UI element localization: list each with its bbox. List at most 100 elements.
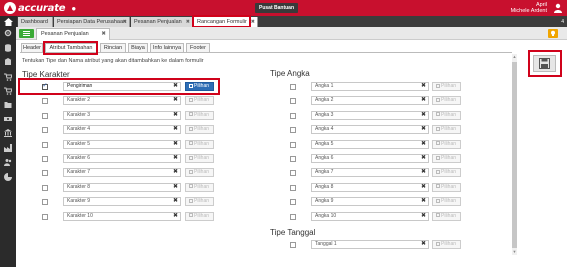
warning-button[interactable] [548, 29, 558, 38]
row-checkbox[interactable] [290, 184, 296, 191]
users-icon[interactable] [4, 158, 12, 166]
row-checkbox[interactable] [290, 84, 296, 90]
pilihan-button[interactable]: Pilihan [432, 96, 461, 106]
row-checkbox[interactable] [290, 199, 296, 206]
clear-icon[interactable]: ✖ [421, 141, 426, 148]
clear-icon[interactable]: ✖ [173, 141, 178, 148]
row-checkbox[interactable] [290, 156, 296, 162]
attribute-name-input[interactable]: Karakter 10 ✖ [63, 211, 181, 221]
tab-pesanan-penjualan[interactable]: Pesanan Penjualan ✖ [131, 17, 193, 27]
pilihan-button[interactable]: Pilihan [432, 240, 461, 249]
close-icon[interactable]: ✖ [186, 17, 190, 27]
pilihan-button[interactable]: Pilihan [432, 197, 461, 207]
row-checkbox[interactable] [290, 170, 296, 177]
pilihan-button[interactable]: Pilihan [185, 197, 214, 207]
attribute-name-input[interactable]: Karakter 5 ✖ [63, 139, 181, 149]
clear-icon[interactable]: ✖ [421, 97, 426, 104]
row-checkbox[interactable] [290, 98, 296, 105]
attribute-name-input[interactable]: Karakter 3 ✖ [63, 110, 181, 120]
hamburger-menu-button[interactable] [19, 29, 34, 38]
factory-icon[interactable] [4, 144, 12, 152]
bank-icon[interactable] [4, 129, 12, 137]
clear-icon[interactable]: ✖ [421, 198, 426, 205]
accurate-logo[interactable]: accurate ● [4, 1, 76, 15]
attribute-name-input[interactable]: Angka 1 ✖ [311, 82, 429, 91]
folder-icon[interactable] [4, 101, 12, 109]
row-checkbox[interactable] [42, 127, 48, 134]
cart-checkout-icon[interactable] [4, 87, 12, 95]
clear-icon[interactable]: ✖ [421, 169, 426, 176]
attribute-name-input[interactable]: Karakter 6 ✖ [63, 154, 181, 163]
box-icon[interactable] [4, 58, 12, 66]
clear-icon[interactable]: ✖ [421, 213, 426, 220]
row-checkbox[interactable] [42, 170, 48, 177]
attribute-name-input[interactable]: Angka 9 ✖ [311, 197, 429, 207]
attribute-name-input[interactable]: Angka 5 ✖ [311, 139, 429, 149]
pilihan-button[interactable]: Pilihan [185, 154, 214, 163]
tab-count[interactable]: 4 [561, 17, 564, 27]
pilihan-button[interactable]: Pilihan [185, 211, 214, 221]
scrollbar-thumb[interactable] [512, 62, 517, 248]
attribute-name-input[interactable]: Angka 2 ✖ [311, 96, 429, 106]
clear-icon[interactable]: ✖ [173, 126, 178, 133]
attribute-name-input[interactable]: Angka 7 ✖ [311, 168, 429, 178]
clear-icon[interactable]: ✖ [421, 126, 426, 133]
row-checkbox[interactable] [290, 112, 296, 119]
scroll-up-arrow-icon[interactable]: ▲ [512, 54, 517, 60]
user-info[interactable]: April Michele Ardent [511, 2, 547, 14]
clear-icon[interactable]: ✖ [173, 169, 178, 176]
row-checkbox[interactable] [42, 112, 48, 119]
pilihan-button[interactable]: Pilihan [185, 110, 214, 120]
clear-icon[interactable]: ✖ [421, 155, 426, 162]
clear-icon[interactable]: ✖ [173, 184, 178, 191]
clear-icon[interactable]: ✖ [173, 97, 178, 104]
pilihan-button[interactable]: Pilihan [432, 154, 461, 163]
row-checkbox[interactable] [290, 242, 296, 248]
pie-chart-icon[interactable] [4, 173, 12, 181]
attribute-name-input[interactable]: Karakter 9 ✖ [63, 197, 181, 207]
pilihan-button[interactable]: Pilihan [432, 125, 461, 135]
attribute-name-input[interactable]: Angka 4 ✖ [311, 125, 429, 135]
clear-icon[interactable]: ✖ [421, 83, 426, 90]
attribute-name-input[interactable]: Angka 10 ✖ [311, 211, 429, 221]
attribute-name-input[interactable]: Karakter 2 ✖ [63, 96, 181, 106]
clear-icon[interactable]: ✖ [421, 241, 426, 248]
attribute-name-input[interactable]: Angka 8 ✖ [311, 182, 429, 192]
attribute-name-input[interactable]: Angka 3 ✖ [311, 110, 429, 120]
clear-icon[interactable]: ✖ [421, 112, 426, 119]
pilihan-button[interactable]: Pilihan [185, 182, 214, 192]
database-icon[interactable] [4, 44, 12, 52]
scroll-down-arrow-icon[interactable]: ▼ [512, 249, 517, 255]
pilihan-button[interactable]: Pilihan [432, 110, 461, 120]
attribute-name-input[interactable]: Karakter 7 ✖ [63, 168, 181, 178]
row-checkbox[interactable] [42, 141, 48, 148]
attribute-name-input[interactable]: Tanggal 1 ✖ [311, 240, 429, 249]
row-checkbox[interactable] [42, 156, 48, 162]
help-center-button[interactable]: Pusat Bantuan [255, 3, 299, 13]
attribute-name-input[interactable]: Karakter 8 ✖ [63, 182, 181, 192]
row-checkbox[interactable] [42, 98, 48, 105]
clear-icon[interactable]: ✖ [421, 184, 426, 191]
row-checkbox[interactable] [290, 213, 296, 220]
clear-icon[interactable]: ✖ [173, 213, 178, 220]
close-icon[interactable]: ✖ [101, 29, 106, 40]
tab-persiapan-data[interactable]: Persiapan Data Perusahaan ✖ [54, 17, 130, 27]
gear-icon[interactable] [4, 29, 12, 37]
close-icon[interactable]: ✖ [123, 17, 127, 27]
row-checkbox[interactable] [42, 213, 48, 220]
pilihan-button[interactable]: Pilihan [185, 168, 214, 178]
pilihan-button[interactable]: Pilihan [432, 211, 461, 221]
clear-icon[interactable]: ✖ [173, 155, 178, 162]
home-button[interactable] [0, 16, 17, 27]
clear-icon[interactable]: ✖ [173, 198, 178, 205]
row-checkbox[interactable] [290, 127, 296, 134]
pilihan-button[interactable]: Pilihan [432, 139, 461, 149]
pilihan-button[interactable]: Pilihan [185, 139, 214, 149]
pilihan-button[interactable]: Pilihan [432, 82, 461, 91]
row-checkbox[interactable] [42, 184, 48, 191]
user-avatar-icon[interactable] [553, 3, 563, 13]
attribute-name-input[interactable]: Angka 6 ✖ [311, 154, 429, 163]
cart-icon[interactable] [4, 73, 12, 81]
pilihan-button[interactable]: Pilihan [432, 182, 461, 192]
tab-dashboard[interactable]: Dashboard [18, 17, 53, 27]
